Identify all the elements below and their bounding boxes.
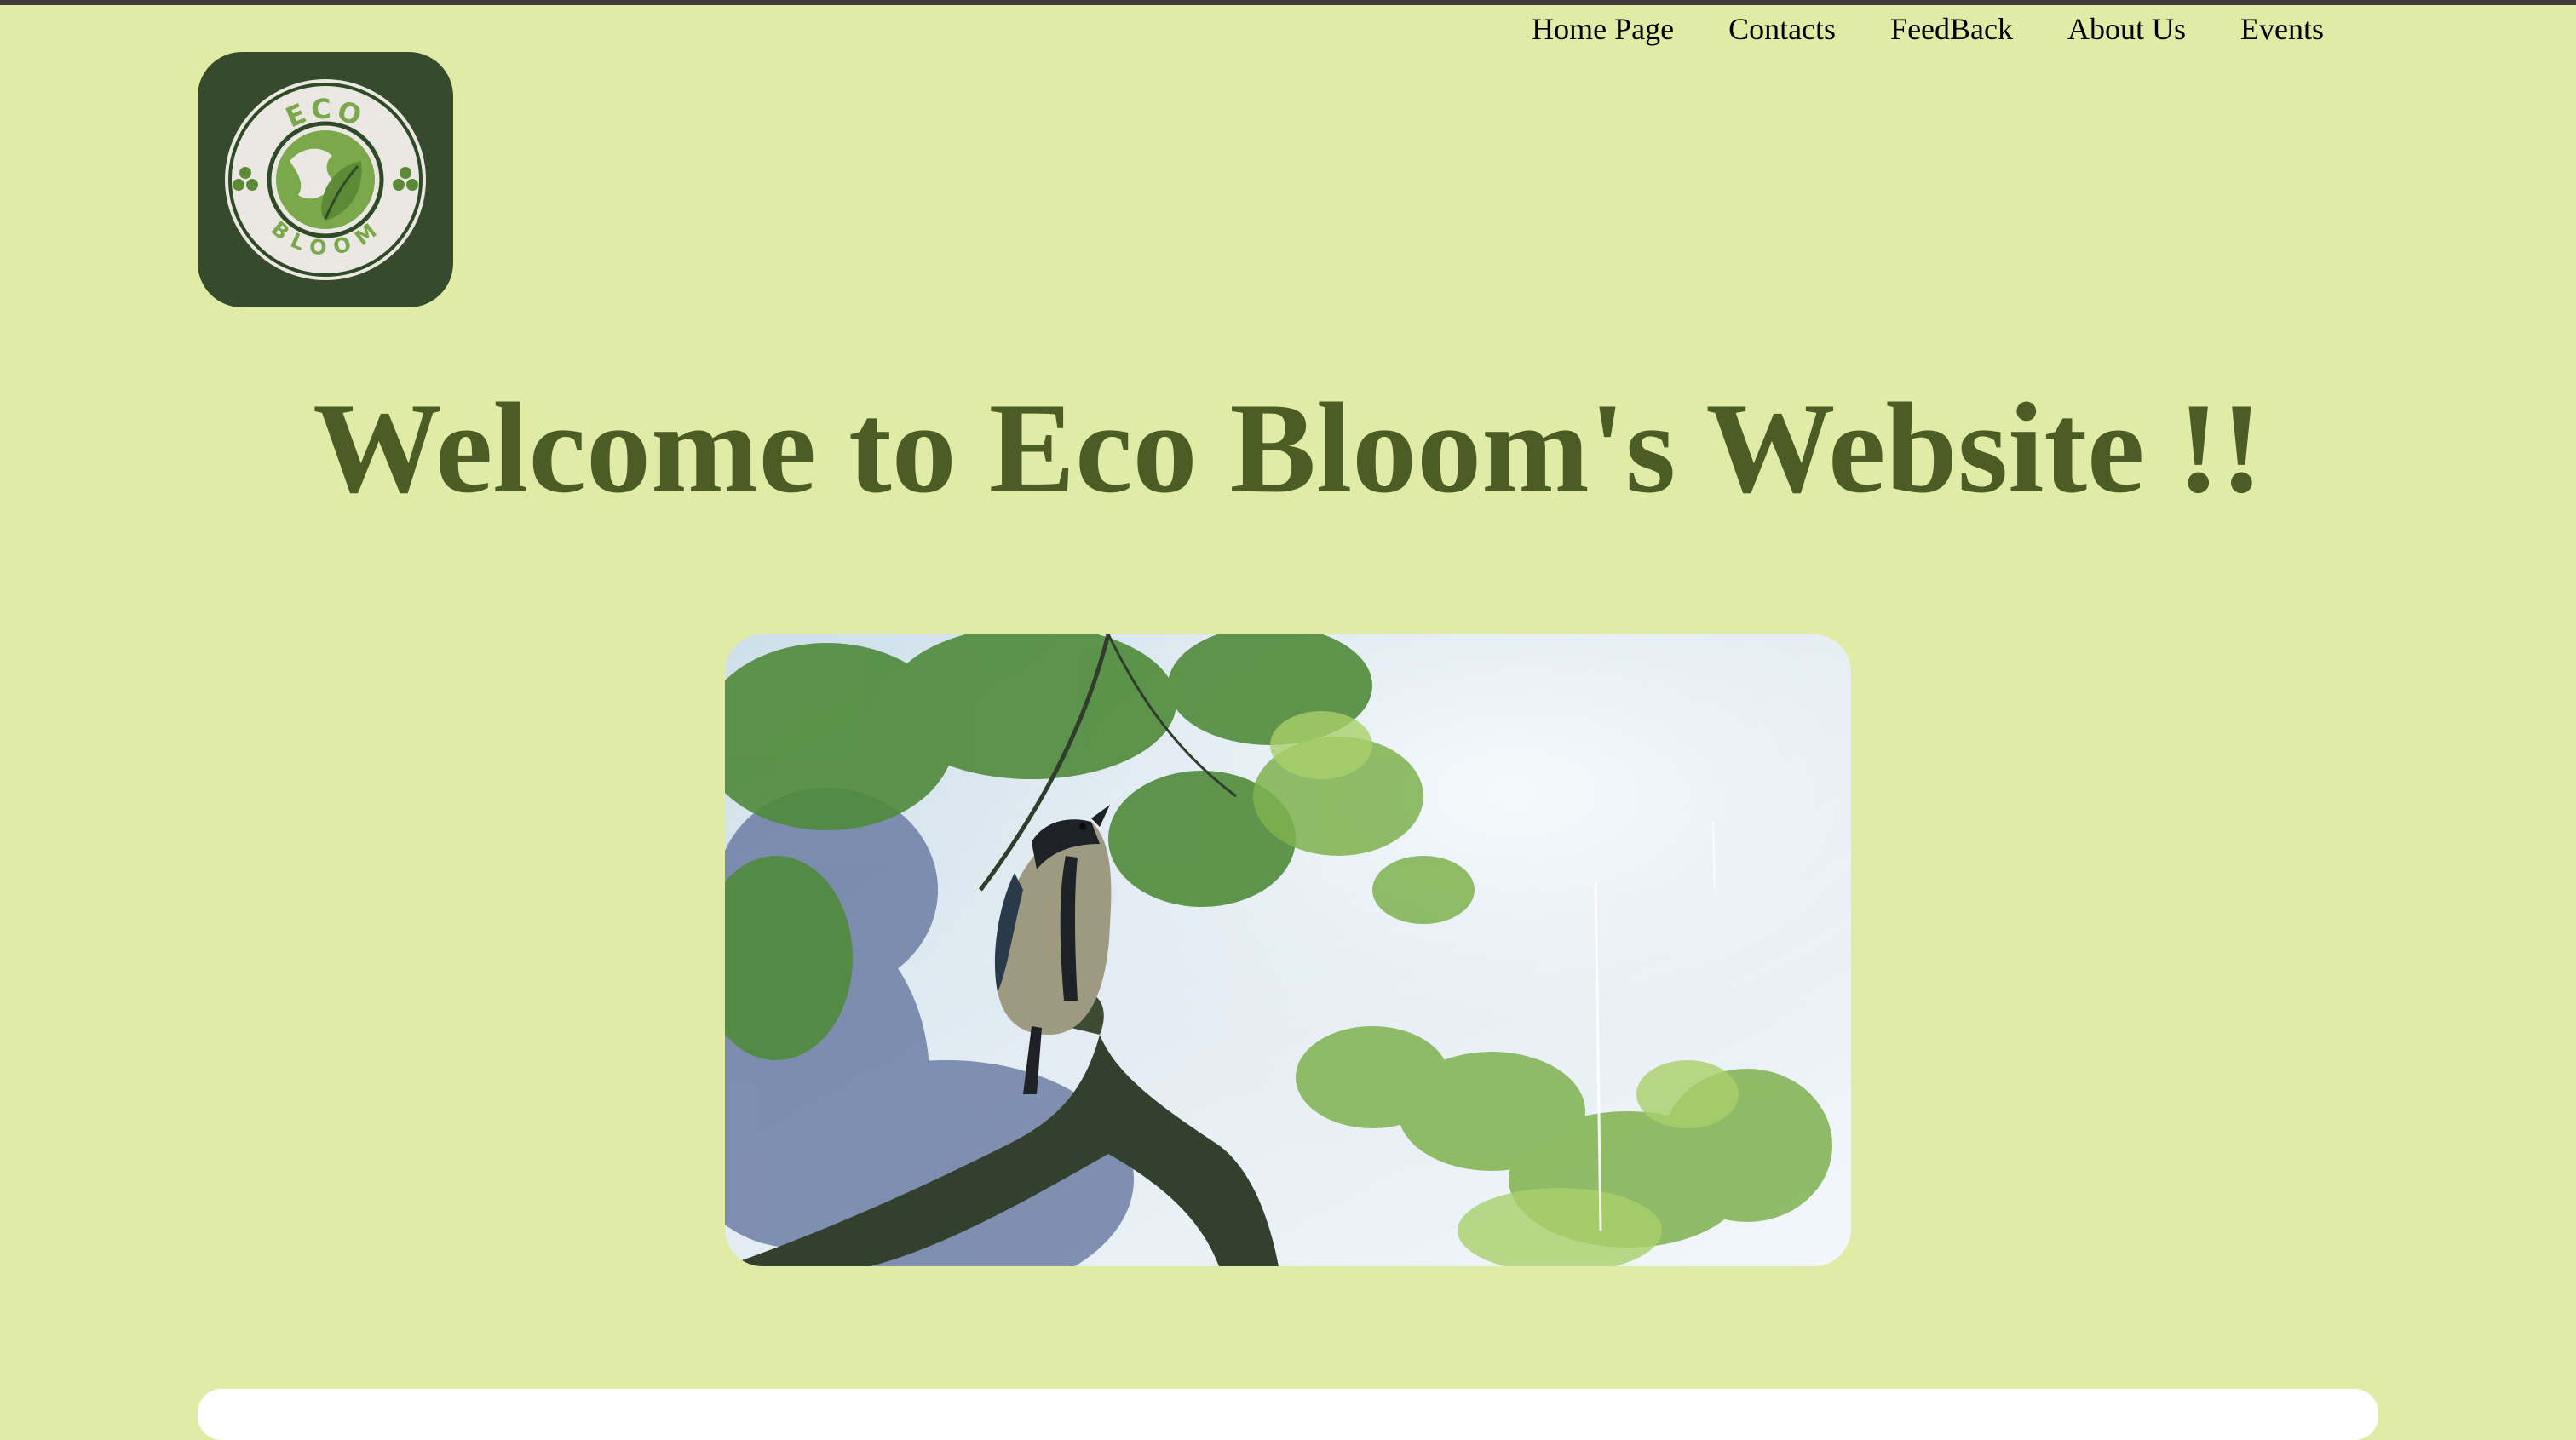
nav-link-contacts[interactable]: Contacts: [1728, 9, 1836, 49]
hero-image: [725, 634, 1851, 1266]
eco-bloom-logo[interactable]: ECO BLOOM: [198, 52, 453, 307]
main-nav: Home Page Contacts FeedBack About Us Eve…: [1532, 9, 2324, 49]
nav-link-events[interactable]: Events: [2240, 9, 2324, 49]
nav-link-feedback[interactable]: FeedBack: [1890, 9, 2013, 49]
nav-link-home-page[interactable]: Home Page: [1532, 9, 1674, 49]
top-border: [0, 0, 2576, 5]
content-card: [198, 1389, 2378, 1440]
eco-bloom-logo-icon: ECO BLOOM: [225, 79, 426, 280]
bird-on-branch-image: [725, 634, 1851, 1266]
nav-link-about-us[interactable]: About Us: [2067, 9, 2186, 49]
page-title: Welcome to Eco Bloom's Website !!: [313, 376, 2263, 519]
